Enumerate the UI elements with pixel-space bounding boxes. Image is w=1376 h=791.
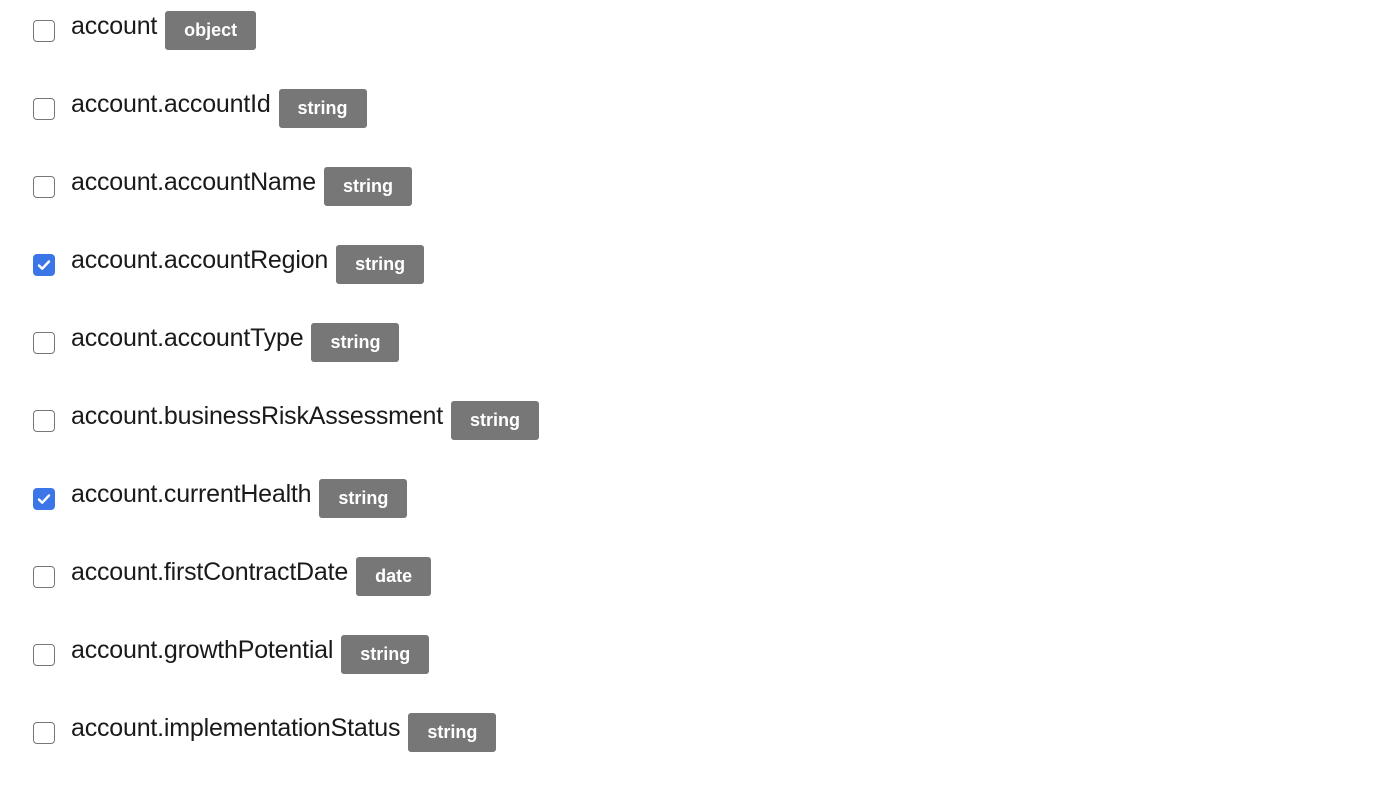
field-name: account.firstContractDate bbox=[71, 558, 349, 586]
field-type-badge: string bbox=[450, 401, 539, 440]
field-type-badge: string bbox=[311, 323, 400, 362]
field-checkbox[interactable] bbox=[33, 331, 55, 354]
field-name: account.accountName bbox=[71, 168, 316, 196]
field-row: account.accountName string bbox=[33, 167, 539, 206]
field-row: account.accountType string bbox=[33, 323, 539, 362]
field-name: account.currentHealth bbox=[71, 480, 312, 508]
field-checkbox[interactable] bbox=[33, 721, 55, 744]
field-type-badge: object bbox=[165, 11, 257, 50]
field-type-badge: string bbox=[278, 89, 367, 128]
field-checkbox[interactable] bbox=[33, 409, 55, 432]
field-row: account.firstContractDate date bbox=[33, 557, 539, 596]
field-row: account object bbox=[33, 11, 539, 50]
field-row: account.accountRegion string bbox=[33, 245, 539, 284]
field-checkbox[interactable] bbox=[33, 175, 55, 198]
field-name: account.implementationStatus bbox=[71, 714, 401, 742]
field-checkbox[interactable] bbox=[33, 643, 55, 666]
field-type-badge: string bbox=[336, 245, 425, 284]
field-name: account.businessRiskAssessment bbox=[71, 402, 443, 430]
field-checkbox[interactable] bbox=[33, 19, 55, 42]
field-type-badge: string bbox=[408, 713, 497, 752]
field-name: account.accountRegion bbox=[71, 246, 329, 274]
field-row: account.growthPotential string bbox=[33, 635, 539, 674]
field-row: account.currentHealth string bbox=[33, 479, 539, 518]
field-row: account.businessRiskAssessment string bbox=[33, 401, 539, 440]
field-name: account bbox=[71, 12, 158, 40]
field-list: account object account.accountId string … bbox=[33, 11, 539, 791]
checkmark-icon bbox=[37, 493, 51, 504]
field-row: account.accountId string bbox=[33, 89, 539, 128]
field-checkbox[interactable] bbox=[33, 565, 55, 588]
field-name: account.growthPotential bbox=[71, 636, 334, 664]
checkmark-icon bbox=[37, 259, 51, 270]
field-type-badge: date bbox=[356, 557, 432, 596]
field-row: account.implementationStatus string bbox=[33, 713, 539, 752]
field-checkbox[interactable] bbox=[33, 253, 55, 276]
field-type-badge: string bbox=[323, 167, 412, 206]
field-checkbox[interactable] bbox=[33, 97, 55, 120]
field-checkbox[interactable] bbox=[33, 487, 55, 510]
field-type-badge: string bbox=[319, 479, 408, 518]
field-type-badge: string bbox=[341, 635, 430, 674]
field-name: account.accountId bbox=[71, 90, 271, 118]
field-name: account.accountType bbox=[71, 324, 304, 352]
